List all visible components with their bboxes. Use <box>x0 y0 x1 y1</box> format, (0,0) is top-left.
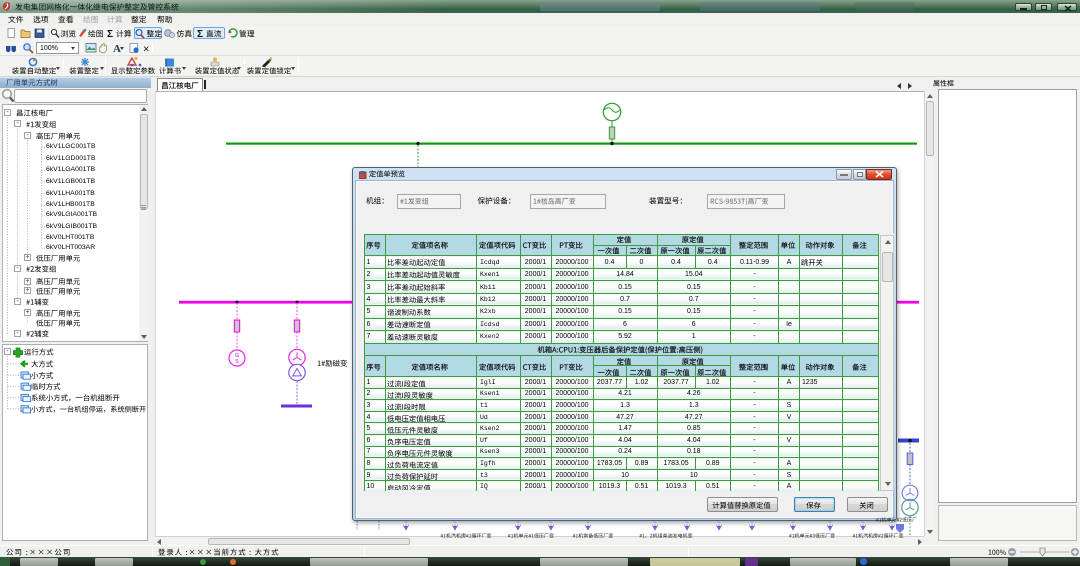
svg-text:S: S <box>235 359 239 365</box>
